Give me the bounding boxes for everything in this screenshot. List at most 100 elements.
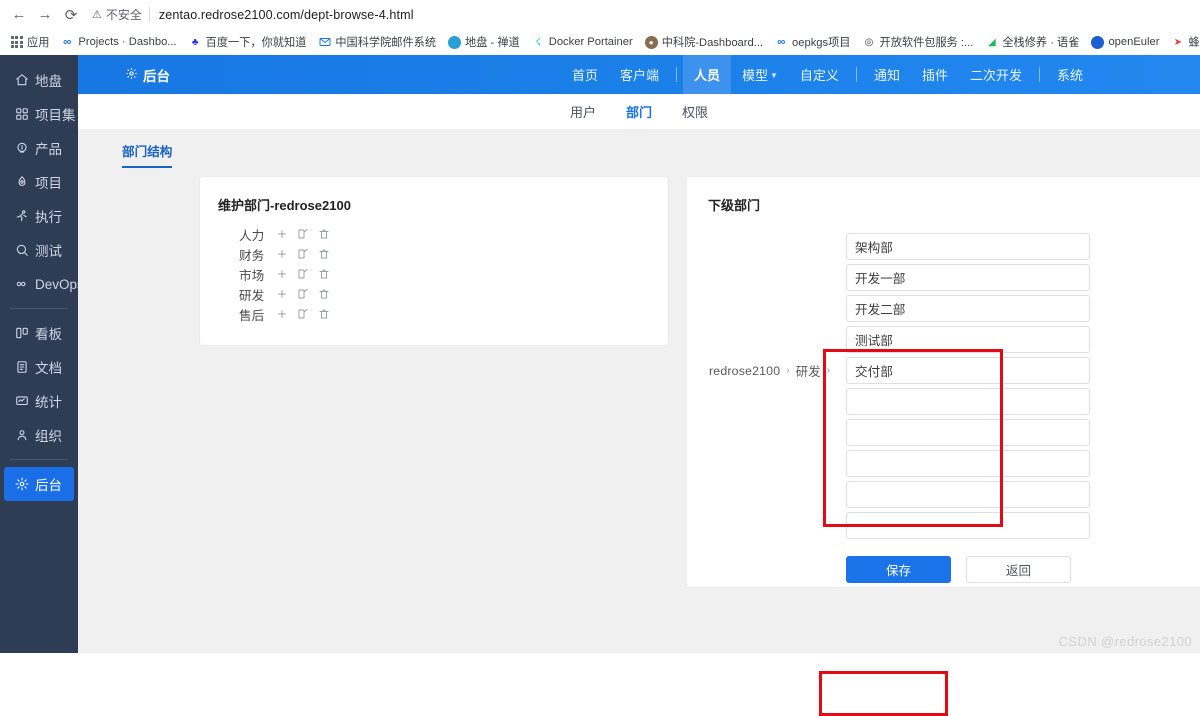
infinity-icon <box>775 36 788 49</box>
subnav-item-1[interactable]: 用户 <box>555 102 611 121</box>
dept-name-input[interactable] <box>846 388 1090 415</box>
dept-name-input[interactable] <box>846 481 1090 508</box>
breadcrumb-root: redrose2100 <box>709 363 781 378</box>
dept-name-input[interactable] <box>846 450 1090 477</box>
topnav-item-6[interactable]: 通知 <box>863 55 911 94</box>
trash-icon[interactable] <box>317 228 330 241</box>
running-person-icon <box>14 209 29 224</box>
topnav-divider <box>855 67 857 82</box>
sub-navigation-bar: 用户 部门 权限 <box>78 94 1200 129</box>
trash-icon[interactable] <box>317 288 330 301</box>
chart-monitor-icon <box>14 394 29 409</box>
sidebar-item-6[interactable]: 测试 <box>0 233 78 267</box>
sidebar-item-12[interactable]: 后台 <box>4 467 74 501</box>
topnav-item-8[interactable]: 二次开发 <box>959 55 1033 94</box>
bookmark-item[interactable]: ➤ 蜂 <box>1165 32 1200 52</box>
avatar-icon: ● <box>644 35 658 49</box>
warning-triangle-icon: ⚠ <box>92 9 102 21</box>
bookmark-item[interactable]: ◢ 全栈修养 · 语雀 <box>979 32 1085 52</box>
bookmark-item[interactable]: ☇ Docker Portainer <box>526 34 639 51</box>
topnav-item-4[interactable]: 模型 ▼ <box>731 55 789 94</box>
sidebar-item-11[interactable]: 组织 <box>0 418 78 452</box>
plus-icon[interactable] <box>275 268 288 281</box>
bookmark-item[interactable]: 应用 <box>4 32 55 52</box>
tab-dept-structure[interactable]: 部门结构 <box>122 141 173 168</box>
dept-name-input[interactable] <box>846 512 1090 539</box>
top-navigation-bar: 后台 首页 客户端 人员 模型 ▼ 自定义 通知 插件 二次开发 系统 <box>78 55 1200 94</box>
plus-icon[interactable] <box>275 308 288 321</box>
sidebar-item-2[interactable]: 项目集 <box>0 97 78 131</box>
subnav-item-2[interactable]: 部门 <box>611 102 667 121</box>
topnav-item-label: 通知 <box>873 68 900 83</box>
plus-icon[interactable] <box>275 228 288 241</box>
topnav-item-5[interactable]: 自定义 <box>789 55 850 94</box>
sidebar-item-5[interactable]: 执行 <box>0 199 78 233</box>
save-button[interactable]: 保存 <box>846 556 951 583</box>
dept-name-input[interactable] <box>846 357 1090 384</box>
gear-icon <box>14 477 29 492</box>
edit-square-icon[interactable] <box>296 288 309 301</box>
sidebar-item-4[interactable]: 项目 <box>0 165 78 199</box>
edit-square-icon[interactable] <box>296 248 309 261</box>
edit-square-icon[interactable] <box>296 268 309 281</box>
zentao-circle-icon <box>448 35 462 49</box>
topnav-item-9[interactable]: 系统 <box>1046 55 1094 94</box>
dept-name-input[interactable] <box>846 326 1090 353</box>
trash-icon[interactable] <box>317 248 330 261</box>
trash-icon[interactable] <box>317 268 330 281</box>
bookmark-label: Docker Portainer <box>548 36 633 48</box>
topnav-item-label: 插件 <box>921 68 948 83</box>
dept-name-input[interactable] <box>846 419 1090 446</box>
primary-sidebar: 地盘 项目集 产品 项目 执行 测试 DevOps 看板 文档 统计 组织后台 <box>0 55 84 653</box>
reload-icon[interactable]: ⟳ <box>58 2 84 28</box>
plus-icon[interactable] <box>275 248 288 261</box>
bookmark-item[interactable]: oepkgs项目 <box>769 32 856 52</box>
topnav-item-2[interactable]: 客户端 <box>609 55 670 94</box>
bookmark-item[interactable]: 地盘 - 禅道 <box>442 32 526 52</box>
bookmark-item[interactable]: ◎ 开放软件包服务 :... <box>857 32 980 52</box>
brand-admin[interactable]: 后台 <box>125 65 170 85</box>
sidebar-item-8[interactable]: 看板 <box>0 316 78 350</box>
bookmark-item[interactable]: openEuler <box>1085 34 1165 51</box>
topnav-divider <box>675 67 677 82</box>
sidebar-item-7[interactable]: DevOps <box>0 267 84 301</box>
workspace: 部门结构 维护部门-redrose2100 人力财务市场研发售后 下级部门 re… <box>78 129 1200 716</box>
edit-square-icon[interactable] <box>296 228 309 241</box>
dept-maintenance-card: 维护部门-redrose2100 人力 财务 市场 研发 售后 <box>200 177 668 345</box>
dept-name: 市场 <box>239 268 265 283</box>
sidebar-divider <box>10 459 68 460</box>
bookmark-label: 全栈修养 · 语雀 <box>1002 37 1080 49</box>
forward-arrow-icon[interactable]: → <box>32 2 58 28</box>
dept-name-input[interactable] <box>846 233 1090 260</box>
form-actions: 保存 返回 <box>687 556 1200 583</box>
panels: 维护部门-redrose2100 人力财务市场研发售后 下级部门 redrose… <box>78 168 1200 587</box>
bookmark-item[interactable]: 中国科学院邮件系统 <box>312 32 442 52</box>
openlogo-icon: ◎ <box>864 36 874 48</box>
bookmark-item[interactable]: ♣ 百度一下，你就知道 <box>183 32 313 52</box>
dept-name-input[interactable] <box>846 264 1090 291</box>
plus-icon[interactable] <box>275 288 288 301</box>
kanban-icon <box>14 326 29 341</box>
topnav-item-1[interactable]: 首页 <box>561 55 609 94</box>
dept-name: 人力 <box>239 228 265 243</box>
bookmark-label: 地盘 - 禅道 <box>465 37 520 49</box>
dept-name-input[interactable] <box>846 295 1090 322</box>
edit-square-icon[interactable] <box>296 308 309 321</box>
browser-toolbar: ← → ⟳ ⚠ 不安全 zentao.redrose2100.com/dept-… <box>0 0 1200 29</box>
bookmark-item[interactable]: ● 中科院-Dashboard... <box>639 32 769 52</box>
back-arrow-icon[interactable]: ← <box>6 2 32 28</box>
address-bar[interactable]: ⚠ 不安全 zentao.redrose2100.com/dept-browse… <box>84 2 1194 28</box>
topnav-item-3[interactable]: 人员 <box>682 55 731 94</box>
sidebar-item-10[interactable]: 统计 <box>0 384 78 418</box>
topnav-item-7[interactable]: 插件 <box>911 55 959 94</box>
back-button[interactable]: 返回 <box>966 556 1071 583</box>
subnav-item-3[interactable]: 权限 <box>667 102 723 121</box>
sidebar-item-3[interactable]: 产品 <box>0 131 78 165</box>
trash-icon[interactable] <box>317 308 330 321</box>
sidebar-item-1[interactable]: 地盘 <box>0 63 78 97</box>
bookmarks-bar: 应用 Projects · Dashbo... ♣ 百度一下，你就知道 中国科学院邮件系… <box>0 29 1200 55</box>
topnav-item-label: 模型 <box>741 68 768 83</box>
bookmark-item[interactable]: Projects · Dashbo... <box>55 34 182 51</box>
sidebar-item-9[interactable]: 文档 <box>0 350 78 384</box>
bookmark-label: oepkgs项目 <box>792 37 851 49</box>
